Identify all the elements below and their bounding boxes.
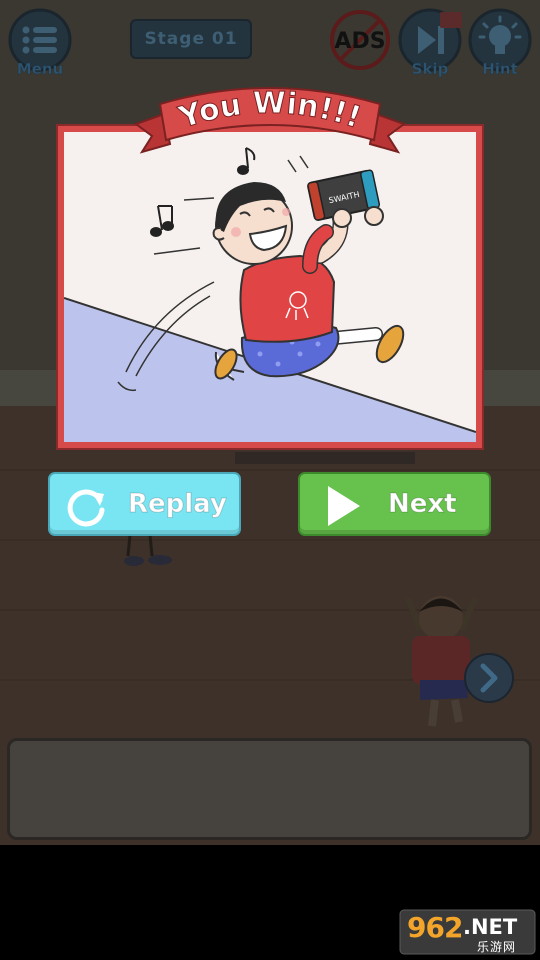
win-ribbon: You Win!!! <box>134 85 406 154</box>
play-icon <box>328 486 360 526</box>
next-button[interactable]: Next <box>298 472 491 536</box>
happy-boy: SWAITH <box>212 169 405 381</box>
hint-button[interactable]: Hint <box>468 8 532 78</box>
watermark-chinese: 乐游网 <box>477 940 517 954</box>
replay-button[interactable]: Replay <box>48 472 241 536</box>
no-ads-button[interactable]: ADS <box>328 8 392 72</box>
game-area: Menu Stage 01 ADS Skip Hint SWAITH You W… <box>0 0 540 845</box>
win-card: SWAITH <box>56 124 484 450</box>
dialog-box <box>7 738 532 840</box>
hint-label: Hint <box>482 60 518 78</box>
menu-button[interactable]: Menu <box>8 8 72 78</box>
next-label: Next <box>388 489 458 520</box>
watermark-code: 962 <box>407 911 463 944</box>
replay-icon <box>67 489 105 527</box>
win-illustration: SWAITH <box>64 132 476 442</box>
no-ads-icon: ADS <box>330 10 390 70</box>
skip-label: Skip <box>411 60 449 78</box>
stage-indicator: Stage 01 <box>130 19 252 59</box>
ads-label: ADS <box>334 29 385 54</box>
skip-button[interactable]: Skip <box>398 8 462 78</box>
replay-label: Replay <box>128 489 228 520</box>
arrow-right-icon <box>464 653 514 703</box>
site-watermark: 962 .NET 乐游网 <box>399 909 536 955</box>
menu-label: Menu <box>16 60 64 78</box>
watermark-domain: .NET <box>463 915 518 939</box>
